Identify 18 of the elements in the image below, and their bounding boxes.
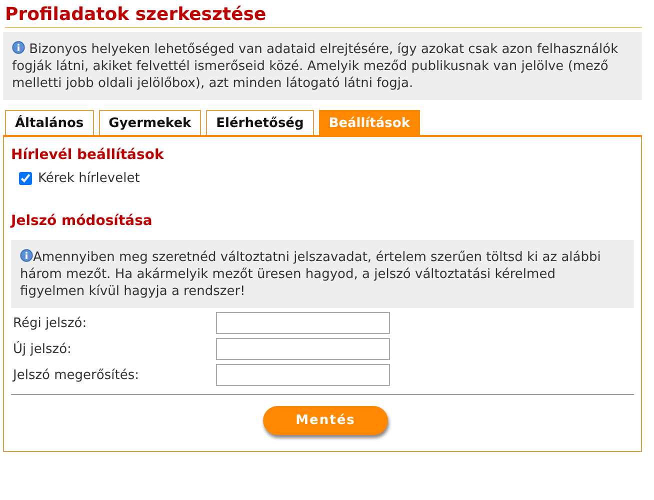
info-text: Amennyiben meg szeretnéd változtatni jelszavadat, értelem szerűen töltsd ki az alábbi három mezőt. Ha akármelyik mezőt üresen hagyod, a jelszó változtatási kérelmed figyelmen kívül hagyja a rendszer!	[20, 249, 602, 300]
section-heading: Hírlevél beállítások	[11, 147, 165, 163]
input-field[interactable]	[216, 312, 390, 334]
input-field[interactable]	[216, 338, 390, 360]
tab[interactable]: Elérhetőség	[206, 110, 314, 135]
input-field[interactable]	[216, 364, 390, 386]
tab[interactable]: Gyermekek	[98, 110, 202, 135]
tab[interactable]: Általános	[5, 110, 94, 135]
page-title: Profiladatok szerkesztése	[5, 4, 642, 28]
section-heading: Jelszó módosítása	[11, 213, 154, 229]
info-icon	[20, 249, 33, 262]
info-text: Bizonyos helyeken lehetőséged van adataid elrejtésére, így azokat csak azon felhasználók fogják látni, akiket felvettél ismerőseid közé. Amelyik meződ publikusnak van jelölve (mező melletti jobb oldali jelölőbox), azt minden látogató látni fogja.	[12, 41, 620, 92]
field-label: Régi jelszó:	[12, 316, 88, 330]
checkbox-label: Kérek hírlevelet	[38, 171, 140, 186]
info-icon	[12, 41, 25, 54]
field-label: Jelszó megerősítés:	[11, 368, 140, 382]
field-label: Új jelszó:	[12, 342, 72, 356]
checkbox[interactable]	[19, 172, 32, 185]
